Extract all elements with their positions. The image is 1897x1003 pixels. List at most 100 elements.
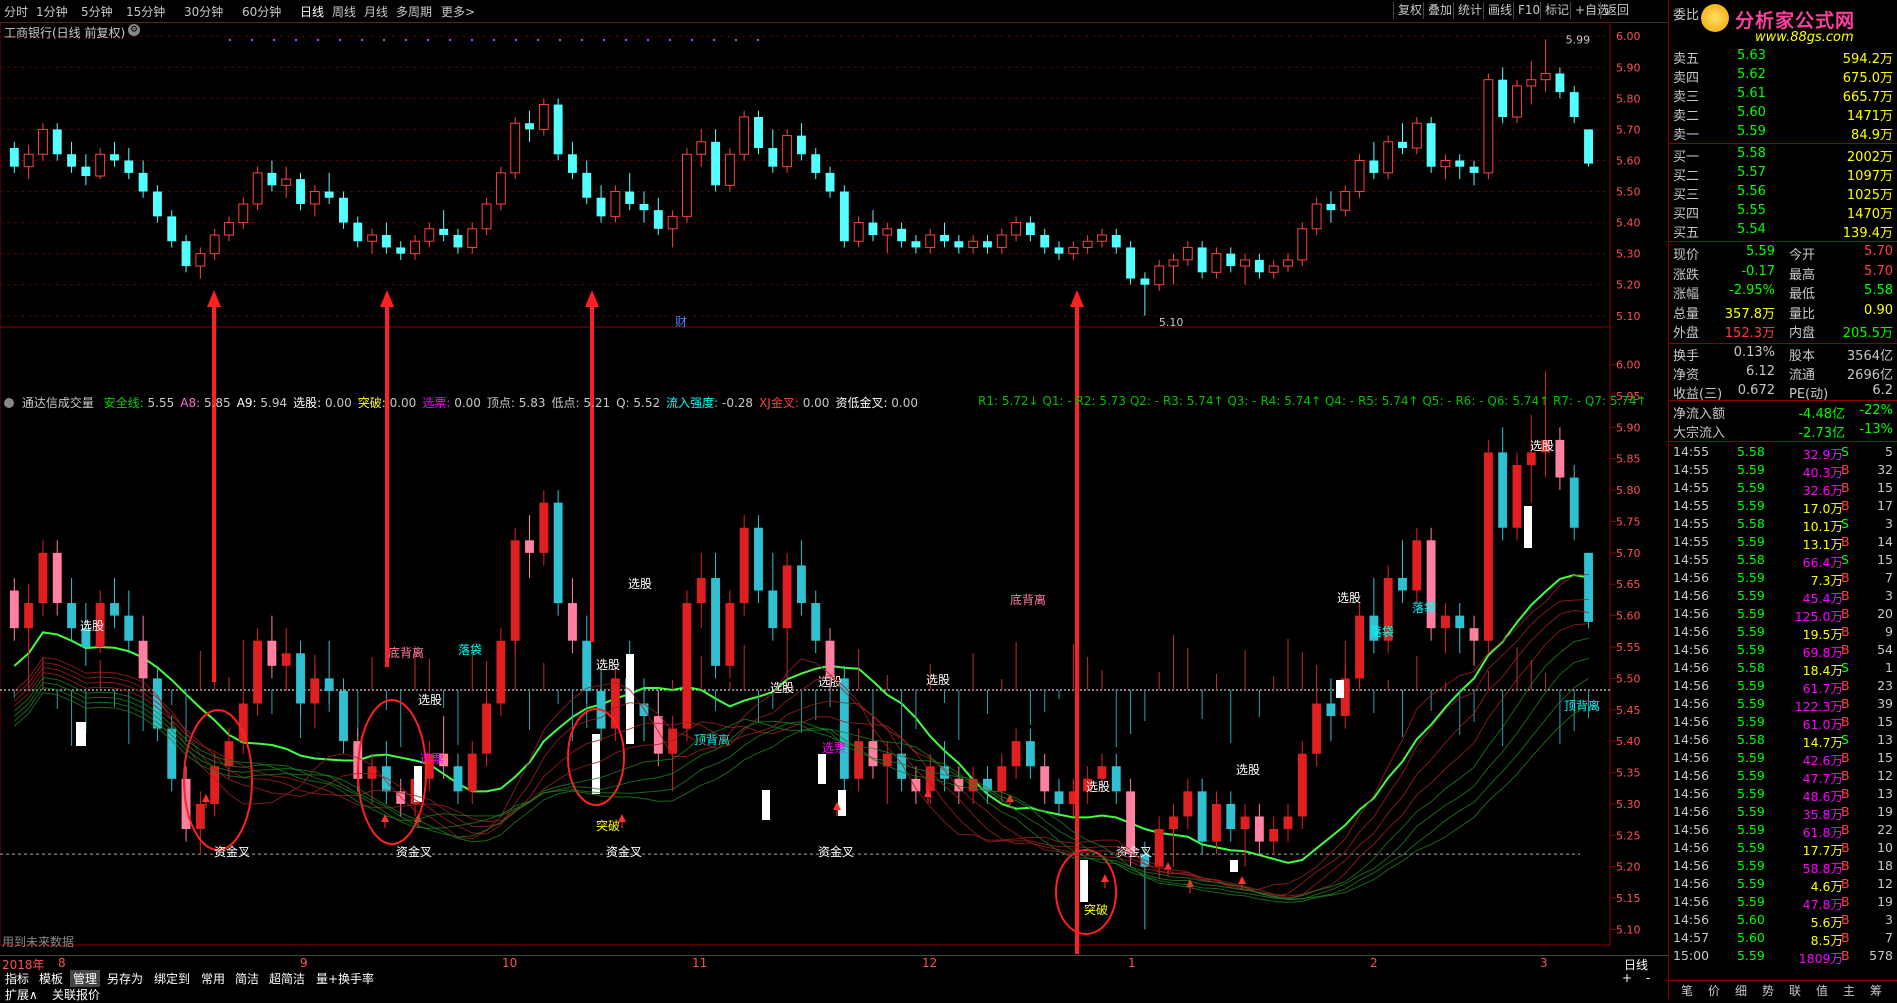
tick-d: B	[1841, 750, 1850, 765]
ind-candle-body	[1254, 816, 1264, 842]
bottom-button-0[interactable]: 指标	[2, 970, 32, 987]
stat-row: 现价 5.59 今开 5.70	[1673, 244, 1895, 263]
main-y-tick: 5.50	[1616, 186, 1641, 199]
tick-d: B	[1841, 678, 1850, 693]
tick-d: B	[1841, 570, 1850, 585]
period-tab-5[interactable]: 60分钟	[242, 3, 281, 20]
quote-footer-tab-5[interactable]: 值	[1816, 982, 1828, 999]
bottom-row2-button-0[interactable]: 扩展∧	[2, 986, 41, 1003]
kline-chart-svg[interactable]: 6.00 5.90 5.80 5.70 5.60 5.50 5.40 5.30 5.20 5.10…	[0, 21, 1668, 1003]
tick-p: 5.59	[1737, 678, 1765, 693]
period-tab-4[interactable]: 30分钟	[184, 3, 223, 20]
quote-footer-tab-3[interactable]: 势	[1762, 982, 1774, 999]
ind-candle-body	[782, 565, 792, 629]
tick-p: 5.58	[1737, 660, 1765, 675]
candle-body	[1082, 240, 1093, 248]
period-tab-8[interactable]: 月线	[364, 3, 388, 20]
quote-footer-tab-6[interactable]: 主	[1843, 982, 1855, 999]
x-axis-month: 2	[1370, 956, 1378, 970]
candle-body	[209, 234, 220, 255]
settings-icon[interactable]: ⚙	[128, 24, 140, 36]
signal-label-tupo: 突破	[596, 818, 620, 833]
candle-body	[1326, 203, 1336, 211]
tick-row: 14:55 5.58 10.1万 S 3	[1673, 516, 1895, 534]
ind-candle-body	[811, 603, 821, 641]
toolbar-button-2[interactable]: 统计	[1453, 2, 1486, 19]
ind-candle-body	[1569, 477, 1579, 528]
signal-bar	[76, 722, 86, 746]
bottom-button-5[interactable]: 常用	[198, 970, 228, 987]
toolbar-button-7[interactable]: 返回	[1600, 2, 1633, 19]
ind-candle-body	[124, 615, 134, 641]
bottom-button-1[interactable]: 模板	[36, 970, 66, 987]
tick-n: 19	[1877, 894, 1893, 909]
zoom-in-button[interactable]: +	[1622, 971, 1632, 985]
candle-body	[925, 234, 936, 248]
stat2-row: 换手 0.13% 股本 3564亿	[1673, 345, 1895, 364]
quote-footer-tab-2[interactable]: 细	[1735, 982, 1747, 999]
stat-row: 总量 357.8万 量比 0.90	[1673, 303, 1895, 322]
indicator-settings-icon[interactable]	[4, 398, 14, 408]
tick-v: 32.6万	[1802, 483, 1843, 498]
bottom-button-6[interactable]: 简洁	[232, 970, 262, 987]
signal-dot	[690, 38, 694, 42]
period-tab-6[interactable]: 日线	[300, 3, 324, 20]
ind-y-tick: 5.60	[1616, 610, 1641, 623]
tick-t: 14:56	[1673, 858, 1710, 873]
bottom-button-7[interactable]: 超简洁	[266, 970, 308, 987]
tick-p: 5.59	[1737, 948, 1765, 963]
tick-p: 5.59	[1737, 894, 1765, 909]
toolbar-button-5[interactable]: 标记	[1540, 2, 1573, 19]
flow-value: -4.48亿	[1798, 407, 1845, 422]
indicator-value-number: 5.52	[629, 396, 661, 410]
signal-dot	[404, 38, 408, 42]
tick-p: 5.59	[1737, 768, 1765, 783]
zoom-out-button[interactable]: -	[1646, 971, 1650, 985]
indicator-value-label: 安全线:	[103, 396, 144, 410]
stat-row: 涨幅 -2.95% 最低 5.58	[1673, 283, 1895, 302]
quote-footer-tab-7[interactable]: 筹	[1870, 982, 1882, 999]
tick-v: 13.1万	[1802, 537, 1843, 552]
period-tab-0[interactable]: 分时	[4, 3, 28, 20]
quote-footer-tab-0[interactable]: 笔	[1681, 982, 1693, 999]
toolbar-button-0[interactable]: 复权	[1393, 2, 1426, 19]
tick-v: 5.6万	[1810, 915, 1843, 930]
signal-label-xuanpiao: 选票	[420, 752, 444, 766]
bottom-button-4[interactable]: 绑定到	[151, 970, 193, 987]
tick-n: 15	[1877, 714, 1893, 729]
signal-label-xuangu: 选股	[926, 673, 950, 687]
quote-footer-tab-4[interactable]: 联	[1789, 982, 1801, 999]
x-axis-month: 9	[300, 956, 308, 970]
period-tab-1[interactable]: 1分钟	[36, 3, 68, 20]
period-tab-3[interactable]: 15分钟	[126, 3, 165, 20]
period-tab-9[interactable]: 多周期	[396, 3, 432, 20]
buy-volume: 139.4万	[1842, 226, 1893, 241]
tick-row: 14:56 5.58 14.7万 S 13	[1673, 732, 1895, 750]
ind-y-tick: 5.35	[1616, 767, 1641, 780]
sell-row: 卖三 5.61 665.7万	[1673, 86, 1895, 105]
period-tab-7[interactable]: 周线	[332, 3, 356, 20]
ind-y-tick: 5.10	[1616, 923, 1641, 936]
indicator-value-7: 低点: 5.21	[552, 396, 611, 410]
tick-v: 32.9万	[1802, 447, 1843, 462]
tick-t: 14:56	[1673, 786, 1710, 801]
bottom-button-8[interactable]: 量+换手率	[313, 970, 377, 987]
signal-dot	[492, 38, 496, 42]
ind-candle-body	[9, 590, 19, 629]
tick-n: 54	[1877, 642, 1893, 657]
indicator-value-label: 顶点:	[486, 396, 515, 410]
period-tab-2[interactable]: 5分钟	[81, 3, 113, 20]
sell-level-label: 卖五	[1673, 52, 1700, 67]
bottom-row2-button-1[interactable]: 关联报价	[49, 986, 103, 1003]
bottom-button-2[interactable]: 管理	[70, 970, 101, 987]
signal-dot	[646, 38, 650, 42]
candle-body	[453, 235, 463, 248]
period-tab-10[interactable]: 更多>	[441, 3, 475, 20]
quote-footer-tab-1[interactable]: 价	[1708, 982, 1720, 999]
ind-candle-body	[1483, 452, 1493, 641]
toolbar-button-3[interactable]: 画线	[1483, 2, 1516, 19]
toolbar-button-1[interactable]: 叠加	[1423, 2, 1456, 19]
chart-area[interactable]: 6.00 5.90 5.80 5.70 5.60 5.50 5.40 5.30 5.20 5.10…	[0, 21, 1668, 1003]
bottom-button-3[interactable]: 另存为	[104, 970, 146, 987]
indicator-value-4: 突破: 0.00	[358, 396, 417, 410]
